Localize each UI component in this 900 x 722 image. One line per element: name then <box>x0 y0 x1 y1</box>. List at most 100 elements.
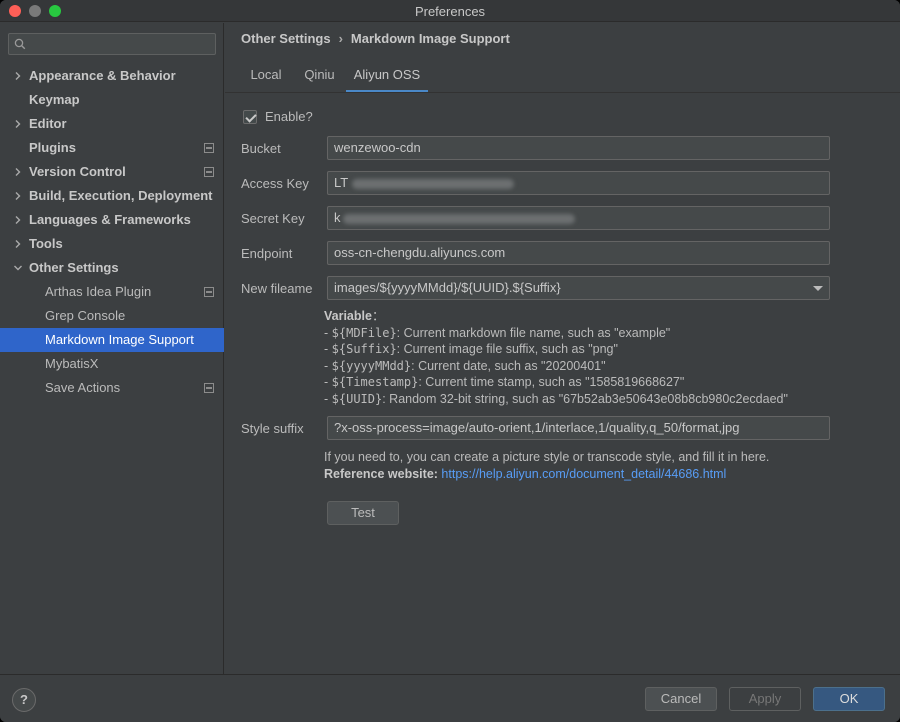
style-suffix-field[interactable]: ?x-oss-process=image/auto-orient,1/inter… <box>327 416 830 440</box>
chevron-right-icon[interactable] <box>13 160 23 184</box>
new-filename-value: images/${yyyyMMdd}/${UUID}.${Suffix} <box>334 280 561 295</box>
window-title: Preferences <box>414 4 486 19</box>
variable-item: - ${Suffix}: Current image file suffix, … <box>324 341 788 358</box>
secret-key-prefix: k <box>334 210 341 225</box>
sidebar-item-label: Keymap <box>29 92 80 107</box>
new-filename-combobox[interactable]: images/${yyyyMMdd}/${UUID}.${Suffix} <box>327 276 830 300</box>
help-icon[interactable]: ? <box>12 688 36 712</box>
chevron-down-icon[interactable] <box>813 286 823 291</box>
chevron-right-icon[interactable] <box>13 184 23 208</box>
variable-bullet: - <box>324 342 332 356</box>
breadcrumb-parent[interactable]: Other Settings <box>241 31 331 46</box>
sidebar-item-label: MybatisX <box>45 356 99 371</box>
preferences-window: Preferences Appearance & Behavior Keymap E… <box>0 0 900 722</box>
project-level-icon <box>204 167 214 177</box>
settings-content: Other Settings › Markdown Image Support Lo… <box>225 23 900 674</box>
sidebar-item-label: Plugins <box>29 140 76 155</box>
sidebar-item-label: Editor <box>29 116 67 131</box>
new-filename-label: New fileame <box>241 281 313 296</box>
secret-key-label: Secret Key <box>241 211 305 226</box>
test-button[interactable]: Test <box>327 501 399 525</box>
variable-bullet: - <box>324 325 332 340</box>
sidebar-item-languages-frameworks[interactable]: Languages & Frameworks <box>0 208 224 232</box>
secret-key-field[interactable]: k <box>327 206 830 230</box>
sidebar-item-keymap[interactable]: Keymap <box>0 88 224 112</box>
variable-description: : Current time stamp, such as "158581966… <box>418 375 685 389</box>
sidebar-item-label: Arthas Idea Plugin <box>45 284 152 299</box>
chevron-down-icon[interactable] <box>13 256 23 280</box>
chevron-right-icon[interactable] <box>13 208 23 232</box>
search-icon <box>14 38 26 50</box>
settings-sidebar: Appearance & Behavior Keymap Editor Plugins… <box>0 23 224 674</box>
cancel-button[interactable]: Cancel <box>645 687 717 711</box>
access-key-field[interactable]: LT <box>327 171 830 195</box>
project-level-icon <box>204 287 214 297</box>
breadcrumb-current: Markdown Image Support <box>350 31 510 46</box>
variable-name: ${Timestamp} <box>331 375 419 389</box>
variable-description: : Random 32-bit string, such as "67b52ab… <box>382 391 788 406</box>
variable-name: ${yyyyMMdd} <box>331 358 412 373</box>
variables-title: Variable <box>324 309 372 323</box>
chevron-right-icon[interactable] <box>13 64 23 88</box>
variable-item: - ${UUID}: Random 32-bit string, such as… <box>324 391 788 408</box>
reference-link[interactable]: https://help.aliyun.com/document_detail/… <box>441 467 726 481</box>
variable-bullet: - <box>324 391 332 406</box>
sidebar-item-editor[interactable]: Editor <box>0 112 224 136</box>
access-key-label: Access Key <box>241 176 309 191</box>
tab-divider <box>225 92 900 93</box>
tab-aliyun-oss[interactable]: Aliyun OSS <box>346 63 428 93</box>
sidebar-item-label: Appearance & Behavior <box>29 68 176 83</box>
sidebar-item-other-settings[interactable]: Other Settings <box>0 256 224 280</box>
sidebar-item-label: Markdown Image Support <box>45 332 194 347</box>
apply-button[interactable]: Apply <box>729 687 801 711</box>
title-bar: Preferences <box>0 0 900 22</box>
sidebar-item-label: Version Control <box>29 164 126 179</box>
sidebar-item-save-actions[interactable]: Save Actions <box>0 376 224 400</box>
bucket-field[interactable]: wenzewoo-cdn <box>327 136 830 160</box>
sidebar-item-label: Other Settings <box>29 260 119 275</box>
sidebar-item-label: Grep Console <box>45 308 126 323</box>
sidebar-item-appearance-behavior[interactable]: Appearance & Behavior <box>0 64 224 88</box>
variable-item: - ${Timestamp}: Current time stamp, such… <box>324 374 788 391</box>
access-key-prefix: LT <box>334 175 349 190</box>
sidebar-item-markdown-image-support[interactable]: Markdown Image Support <box>0 328 224 352</box>
sidebar-item-plugins[interactable]: Plugins <box>0 136 224 160</box>
variable-bullet: - <box>324 375 332 389</box>
sidebar-item-grep-console[interactable]: Grep Console <box>0 304 224 328</box>
variables-list: - ${MDFile}: Current markdown file name,… <box>324 325 788 408</box>
tab-qiniu[interactable]: Qiniu <box>297 63 342 93</box>
variables-help: Variable： - ${MDFile}: Current markdown … <box>324 308 788 407</box>
sidebar-item-tools[interactable]: Tools <box>0 232 224 256</box>
style-help: If you need to, you can create a picture… <box>324 449 769 482</box>
variable-description: : Current image file suffix, such as "pn… <box>396 342 618 356</box>
tab-local[interactable]: Local <box>241 63 291 93</box>
endpoint-field[interactable]: oss-cn-chengdu.aliyuncs.com <box>327 241 830 265</box>
chevron-right-icon[interactable] <box>13 112 23 136</box>
sidebar-item-label: Tools <box>29 236 63 251</box>
breadcrumb: Other Settings › Markdown Image Support <box>241 31 510 46</box>
ok-button[interactable]: OK <box>813 687 885 711</box>
breadcrumb-separator: › <box>338 31 343 46</box>
sidebar-item-label: Languages & Frameworks <box>29 212 191 227</box>
bucket-label: Bucket <box>241 141 281 156</box>
help-text: If you need to, you can create a picture… <box>324 450 770 464</box>
reference-label: Reference website: <box>324 466 438 481</box>
enable-label: Enable? <box>265 109 313 124</box>
sidebar-item-mybatisx[interactable]: MybatisX <box>0 352 224 376</box>
enable-checkbox[interactable] <box>243 110 257 124</box>
variables-title-suffix: ： <box>371 309 385 323</box>
secret-key-redacted <box>342 213 575 224</box>
sidebar-item-version-control[interactable]: Version Control <box>0 160 224 184</box>
variable-item: - ${yyyyMMdd}: Current date, such as "20… <box>324 358 788 375</box>
variable-name: ${Suffix} <box>331 342 397 356</box>
dialog-footer: ? Cancel Apply OK <box>0 674 900 722</box>
style-suffix-label: Style suffix <box>241 421 304 436</box>
variable-bullet: - <box>324 358 332 373</box>
sidebar-item-arthas-idea-plugin[interactable]: Arthas Idea Plugin <box>0 280 224 304</box>
sidebar-item-build-execution-deployment[interactable]: Build, Execution, Deployment <box>0 184 224 208</box>
settings-search-input[interactable] <box>8 33 216 55</box>
sidebar-item-label: Build, Execution, Deployment <box>29 188 213 203</box>
chevron-right-icon[interactable] <box>13 232 23 256</box>
project-level-icon <box>204 383 214 393</box>
endpoint-label: Endpoint <box>241 246 293 261</box>
